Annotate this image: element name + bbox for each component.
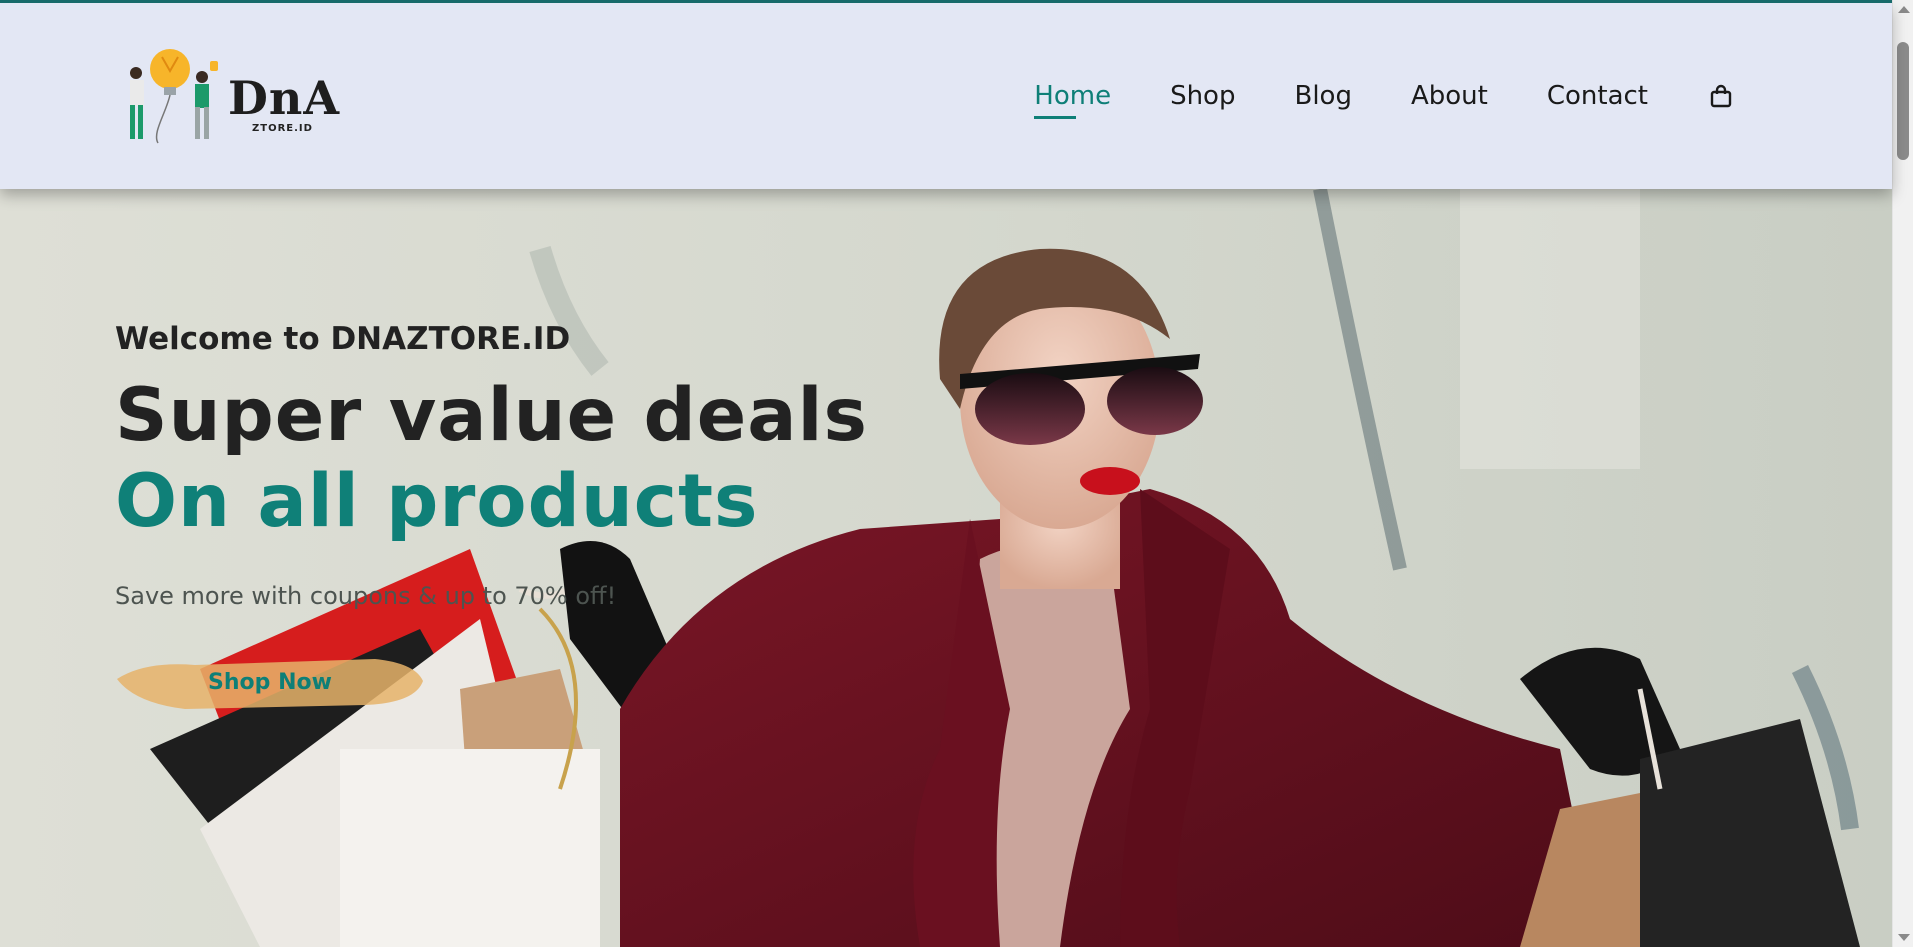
cart-button[interactable]	[1708, 79, 1734, 113]
welcome-heading: Welcome to DNAZTORE.ID	[115, 321, 571, 357]
hero-photo	[0, 189, 1892, 947]
nav-about[interactable]: About	[1411, 79, 1488, 113]
hero-tagline: Save more with coupons & up to 70% off!	[115, 582, 617, 610]
hero-subline: On all products	[115, 459, 759, 544]
nav-home[interactable]: Home	[1034, 79, 1111, 119]
logo-title: DnA	[228, 71, 341, 125]
scroll-down-arrow-icon[interactable]	[1898, 934, 1910, 941]
shop-now-label: Shop Now	[208, 669, 332, 695]
hero-headline: Super value deals	[115, 373, 868, 458]
nav-shop[interactable]: Shop	[1170, 79, 1235, 113]
nav-blog[interactable]: Blog	[1294, 79, 1351, 113]
site-header: DnA ZTORE.ID Home Shop Blog About Contac…	[0, 3, 1892, 189]
scroll-thumb[interactable]	[1897, 42, 1909, 160]
vertical-scrollbar[interactable]	[1892, 0, 1913, 947]
shopping-bag-icon	[1710, 84, 1732, 108]
shop-now-button[interactable]: Shop Now	[115, 651, 425, 713]
nav-contact[interactable]: Contact	[1547, 79, 1648, 113]
top-accent-line	[0, 0, 1892, 3]
main-nav: Home Shop Blog About Contact	[975, 79, 1734, 119]
logo-illustration-icon	[130, 49, 218, 144]
brand-logo[interactable]: DnA ZTORE.ID	[122, 43, 352, 153]
scroll-up-arrow-icon[interactable]	[1898, 6, 1910, 13]
hero-banner: Welcome to DNAZTORE.ID Super value deals…	[0, 189, 1892, 947]
